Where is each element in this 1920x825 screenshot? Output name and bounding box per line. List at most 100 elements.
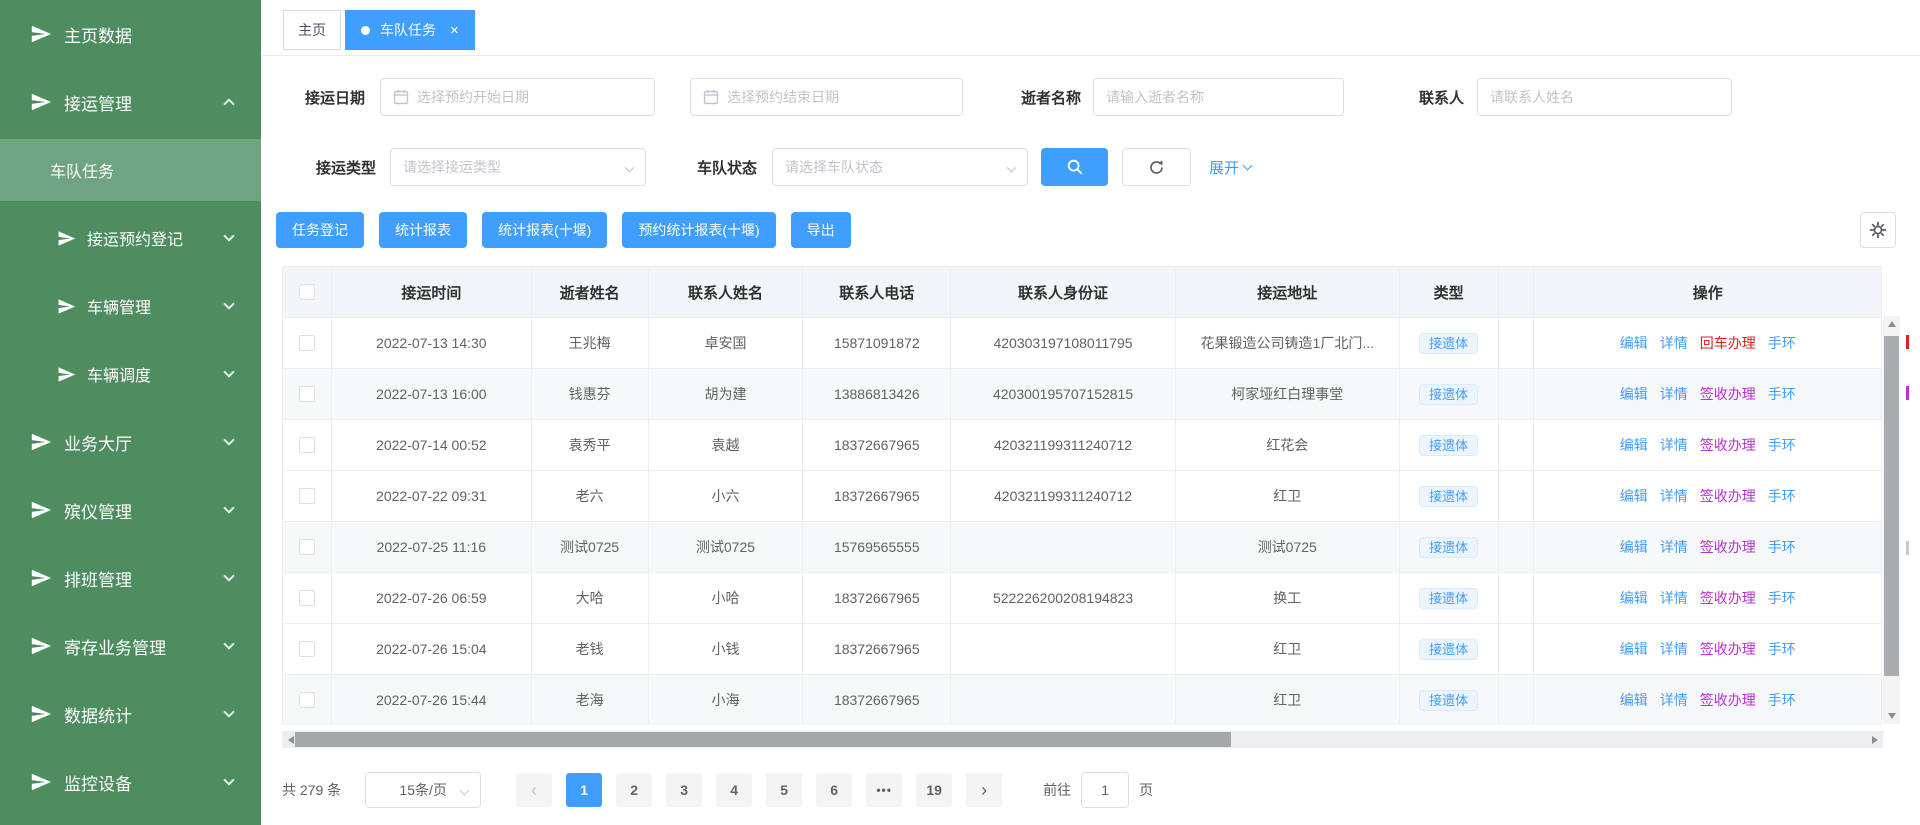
process-link[interactable]: 签收办理 [1700,384,1756,404]
active-dot-icon [361,26,370,35]
edit-link[interactable]: 编辑 [1620,384,1648,404]
row-checkbox[interactable] [299,539,315,555]
scroll-down-button[interactable] [1883,708,1900,724]
deceased-name-input[interactable]: 请输入逝者名称 [1093,78,1344,116]
prev-page-button[interactable]: ‹ [516,773,552,807]
sidebar-item-排班管理[interactable]: 排班管理 [0,544,261,612]
paper-plane-icon [57,297,76,316]
wristband-link[interactable]: 手环 [1768,588,1796,608]
wristband-link[interactable]: 手环 [1768,690,1796,710]
next-page-button[interactable]: › [966,773,1002,807]
row-checkbox[interactable] [299,641,315,657]
fleet-status-select[interactable]: 请选择车队状态 [772,148,1028,186]
row-checkbox[interactable] [299,488,315,504]
wristband-link[interactable]: 手环 [1768,486,1796,506]
page-button-6[interactable]: 6 [816,773,852,807]
page-button-4[interactable]: 4 [716,773,752,807]
sidebar-item-主页数据[interactable]: 主页数据 [0,0,261,68]
date-end-input[interactable]: 选择预约结束日期 [690,78,963,116]
table-row: 2022-07-25 11:16测试0725测试072515769565555测… [283,521,1881,572]
date-start-input[interactable]: 选择预约开始日期 [380,78,655,116]
sidebar-item-车辆调度[interactable]: 车辆调度 [0,340,261,408]
edit-link[interactable]: 编辑 [1620,333,1648,353]
vertical-scrollbar-thumb[interactable] [1884,336,1899,676]
horizontal-scrollbar[interactable] [282,731,1883,748]
close-tab-icon[interactable]: × [450,22,459,39]
edit-link[interactable]: 编辑 [1620,537,1648,557]
toolbar-button-统计报表(十堰)[interactable]: 统计报表(十堰) [482,212,607,248]
detail-link[interactable]: 详情 [1660,639,1688,659]
wristband-link[interactable]: 手环 [1768,333,1796,353]
sidebar-item-业务大厅[interactable]: 业务大厅 [0,408,261,476]
sidebar-item-label: 主页数据 [64,22,132,47]
scroll-right-button[interactable] [1866,731,1883,748]
page-button-5[interactable]: 5 [766,773,802,807]
row-checkbox[interactable] [299,386,315,402]
page-button-2[interactable]: 2 [616,773,652,807]
toolbar-button-任务登记[interactable]: 任务登记 [276,212,364,248]
sidebar-item-数据统计[interactable]: 数据统计 [0,680,261,748]
wristband-link[interactable]: 手环 [1768,384,1796,404]
search-button[interactable] [1041,148,1108,186]
detail-link[interactable]: 详情 [1660,537,1688,557]
sidebar-item-接运管理[interactable]: 接运管理 [0,68,261,136]
expand-filters-link[interactable]: 展开 [1209,157,1251,178]
edit-link[interactable]: 编辑 [1620,435,1648,455]
sidebar-item-殡仪管理[interactable]: 殡仪管理 [0,476,261,544]
sidebar-item-接运预约登记[interactable]: 接运预约登记 [0,204,261,272]
detail-link[interactable]: 详情 [1660,333,1688,353]
toolbar-button-统计报表[interactable]: 统计报表 [379,212,467,248]
pickup-type-select[interactable]: 请选择接运类型 [390,148,646,186]
detail-link[interactable]: 详情 [1660,384,1688,404]
wristband-link[interactable]: 手环 [1768,639,1796,659]
page-size-select[interactable]: 15条/页 [365,772,481,808]
edit-link[interactable]: 编辑 [1620,486,1648,506]
page-button-19[interactable]: 19 [916,773,952,807]
column-settings-button[interactable] [1860,212,1896,248]
wristband-link[interactable]: 手环 [1768,537,1796,557]
goto-page-input[interactable] [1081,772,1129,808]
header-checkbox-cell [283,267,332,317]
process-link[interactable]: 签收办理 [1700,537,1756,557]
page-ellipsis[interactable]: ••• [866,773,902,807]
process-link[interactable]: 签收办理 [1700,690,1756,710]
process-link[interactable]: 签收办理 [1700,639,1756,659]
row-checkbox[interactable] [299,590,315,606]
vertical-scrollbar[interactable] [1883,316,1900,724]
edit-link[interactable]: 编辑 [1620,639,1648,659]
toolbar-button-预约统计报表(十堰)[interactable]: 预约统计报表(十堰) [622,212,775,248]
edit-link[interactable]: 编辑 [1620,588,1648,608]
sidebar-item-车队任务[interactable]: 车队任务 [0,139,261,201]
scroll-up-button[interactable] [1883,316,1900,332]
detail-link[interactable]: 详情 [1660,486,1688,506]
sidebar-item-车辆管理[interactable]: 车辆管理 [0,272,261,340]
row-checkbox[interactable] [299,437,315,453]
cell-pickup-address: 换工 [1176,573,1400,623]
sidebar-item-寄存业务管理[interactable]: 寄存业务管理 [0,612,261,680]
row-checkbox[interactable] [299,335,315,351]
sidebar-item-监控设备[interactable]: 监控设备 [0,748,261,816]
detail-link[interactable]: 详情 [1660,588,1688,608]
tab-home[interactable]: 主页 [283,10,341,50]
row-checkbox[interactable] [299,692,315,708]
page-button-3[interactable]: 3 [666,773,702,807]
horizontal-scrollbar-thumb[interactable] [295,732,1231,747]
tab-fleet-task[interactable]: 车队任务 × [345,10,475,50]
process-link[interactable]: 签收办理 [1700,486,1756,506]
edit-link[interactable]: 编辑 [1620,690,1648,710]
page-button-1[interactable]: 1 [566,773,602,807]
toolbar-button-导出[interactable]: 导出 [791,212,851,248]
refresh-button[interactable] [1122,148,1191,186]
cell-contact-id: 420300195707152815 [951,369,1176,419]
select-all-checkbox[interactable] [299,284,315,300]
refresh-icon [1148,159,1165,176]
total-count: 共 279 条 [282,780,341,800]
detail-link[interactable]: 详情 [1660,690,1688,710]
sidebar-item-label: 车辆调度 [87,362,151,386]
contact-name-input[interactable]: 请联系人姓名 [1477,78,1732,116]
process-link[interactable]: 回车办理 [1700,333,1756,353]
process-link[interactable]: 签收办理 [1700,588,1756,608]
process-link[interactable]: 签收办理 [1700,435,1756,455]
detail-link[interactable]: 详情 [1660,435,1688,455]
wristband-link[interactable]: 手环 [1768,435,1796,455]
